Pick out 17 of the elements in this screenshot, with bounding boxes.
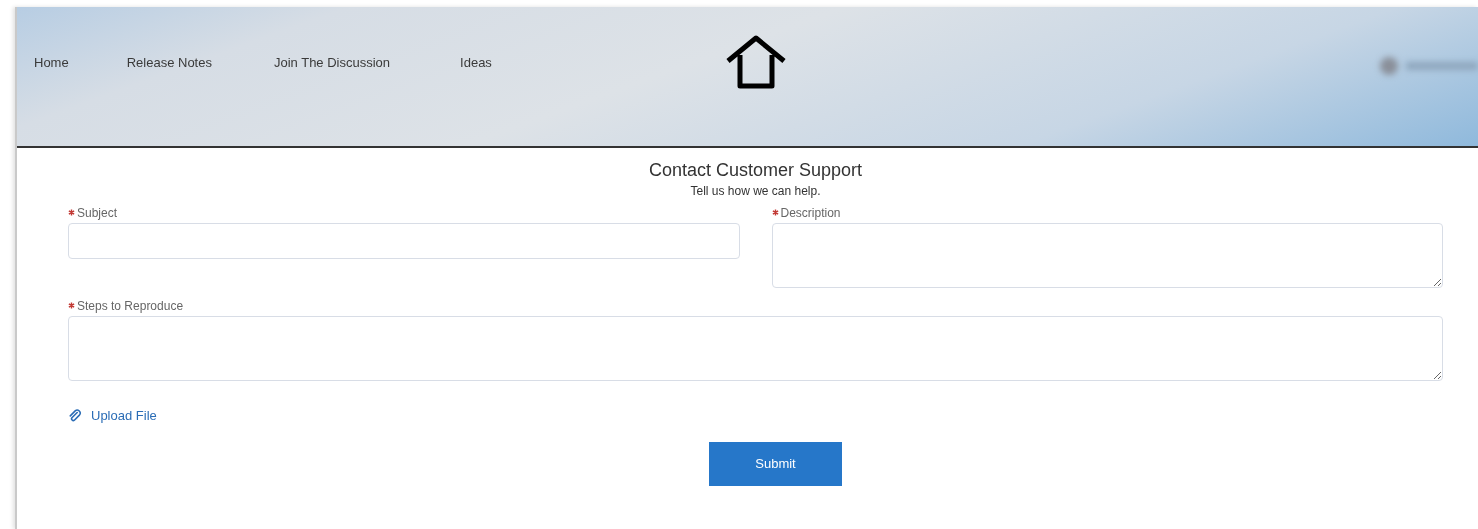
form-subtitle: Tell us how we can help. — [689, 184, 822, 198]
field-label: Description — [780, 205, 841, 220]
house-icon[interactable] — [724, 35, 788, 91]
paperclip-icon — [68, 408, 82, 423]
submit-button[interactable]: Submit — [709, 441, 842, 486]
nav-link[interactable]: Ideas — [460, 55, 492, 70]
field-label: Subject — [77, 205, 118, 220]
text-area[interactable] — [68, 316, 1443, 381]
nav-link[interactable]: Join The Discussion — [273, 55, 391, 70]
user-menu[interactable] — [1380, 57, 1478, 75]
field-label: Steps to Reproduce — [77, 298, 184, 313]
text-area[interactable] — [771, 223, 1443, 288]
nav-link[interactable]: Home — [34, 55, 69, 70]
input-field[interactable] — [68, 223, 740, 259]
nav-link[interactable]: Release Notes — [126, 55, 212, 70]
upload-file-link[interactable]: Upload File — [68, 408, 157, 423]
form-title: Contact Customer Support — [647, 160, 864, 181]
